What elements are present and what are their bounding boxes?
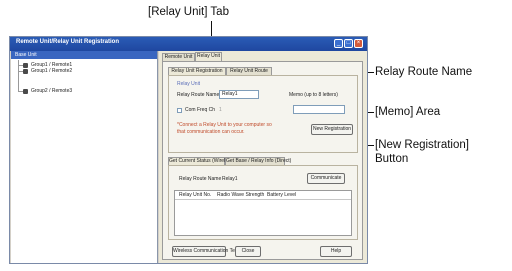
column-radio-wave-strength: Radio Wave Strength [217, 192, 265, 198]
relay-route-name-label: Relay Route Name [177, 92, 220, 98]
com-freq-checkbox[interactable] [177, 108, 182, 113]
tab-get-current-status[interactable]: Get Current Status (Wireless) [168, 157, 235, 165]
column-battery-level: Battery Level [267, 192, 297, 198]
communicate-button[interactable]: Communicate [307, 173, 345, 184]
callout-new-registration: [New Registration] [375, 139, 469, 151]
com-freq-value: 1 [219, 107, 222, 113]
close-window-button[interactable]: × [354, 39, 363, 48]
tree-item-remote2[interactable]: Group1 / Remote2 [31, 68, 72, 74]
column-relay-unit-no: Relay Unit No. [179, 192, 212, 198]
relay-status-table: Relay Unit No. Radio Wave Strength Batte… [174, 190, 352, 236]
tab-relay-unit-registration[interactable]: Relay Unit Registration [168, 67, 226, 75]
com-freq-label: Com Freq Ch [185, 107, 216, 113]
status-group: Relay Route Name Relay1 Communicate Rela… [168, 165, 358, 240]
memo-label: Memo (up to 8 letters) [289, 92, 338, 98]
status-route-name-value: Relay1 [222, 176, 238, 182]
tab-get-base-relay-info[interactable]: Get Base / Relay Info (Direct) [225, 157, 291, 165]
unit-tree-pane: Base Unit Group1 / Remote1 Group1 / Remo… [11, 51, 158, 263]
help-button[interactable]: Help [320, 246, 352, 257]
window-title: Remote Unit/Relay Unit Registration [16, 39, 120, 45]
tab-relay-unit[interactable]: Relay Unit [195, 52, 222, 61]
relay-unit-tab-panel: Relay Unit Registration Relay Unit Route… [162, 61, 363, 260]
title-bar: Remote Unit/Relay Unit Registration _ □ … [10, 37, 367, 51]
callout-relay-route-name: Relay Route Name [375, 66, 473, 78]
relay-route-name-input[interactable]: Relay1 [219, 90, 259, 99]
maximize-button[interactable]: □ [344, 39, 353, 48]
detail-pane: Remote Unit Relay Unit Relay Unit Regist… [159, 51, 367, 263]
tab-relay-unit-route[interactable]: Relay Unit Route [226, 67, 272, 75]
relay-unit-group-label: Relay Unit [177, 81, 201, 87]
close-button[interactable]: Close [235, 246, 261, 257]
registration-window: Remote Unit/Relay Unit Registration _ □ … [9, 36, 368, 264]
close-icon: × [356, 40, 361, 46]
connect-notice-line2: that communication can occur. [177, 129, 245, 135]
remote-unit-icon [23, 63, 28, 68]
registration-group: Relay Unit Relay Route Name Relay1 Memo … [168, 75, 358, 153]
tree-root-label: Base Unit [15, 52, 37, 58]
connect-notice-line1: *Connect a Relay Unit to your computer s… [177, 122, 272, 128]
minimize-icon: _ [336, 40, 341, 46]
maximize-icon: □ [346, 40, 351, 46]
wireless-communication-test-button[interactable]: Wireless Communication Test [172, 246, 239, 257]
memo-input[interactable] [293, 105, 345, 114]
remote-unit-icon [23, 89, 28, 94]
status-route-name-label: Relay Route Name [179, 176, 222, 182]
new-registration-button[interactable]: New Registration [311, 124, 353, 135]
tab-remote-unit[interactable]: Remote Unit [162, 53, 195, 61]
remote-unit-icon [23, 69, 28, 74]
tree-item-remote3[interactable]: Group2 / Remote3 [31, 88, 72, 94]
tree-root[interactable]: Base Unit [11, 51, 157, 59]
callout-new-registration-button: Button [375, 153, 409, 165]
callout-relay-unit-tab: [Relay Unit] Tab [148, 6, 229, 18]
callout-memo-area: [Memo] Area [375, 106, 441, 118]
minimize-button[interactable]: _ [334, 39, 343, 48]
